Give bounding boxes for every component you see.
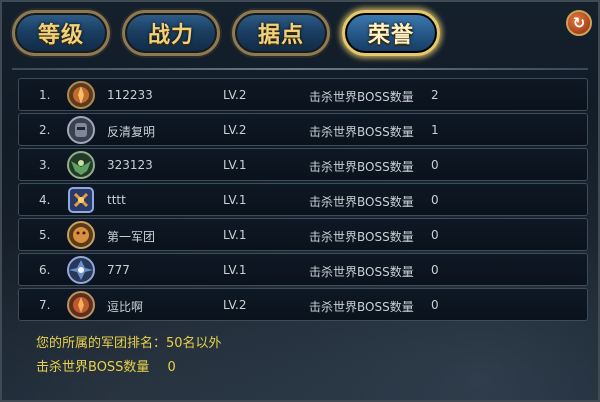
row-level: LV.1 — [223, 228, 247, 242]
tab-stronghold-label: 据点 — [257, 23, 304, 48]
row-guild-name: 反清复明 — [107, 125, 156, 139]
row-guild-name: 777 — [107, 263, 130, 277]
row-kill-label: 击杀世界BOSS数量 — [309, 195, 414, 209]
tab-honor-label: 荣誉 — [367, 23, 414, 48]
tab-level[interactable]: 等级 — [12, 10, 110, 56]
warrior-emblem-icon — [67, 81, 95, 109]
row-rank: 3. — [39, 158, 51, 172]
row-rank: 1. — [39, 88, 51, 102]
row-kill-label: 击杀世界BOSS数量 — [309, 265, 414, 279]
row-kill-value: 0 — [431, 193, 439, 207]
row-kill-label: 击杀世界BOSS数量 — [309, 125, 414, 139]
ranking-row[interactable]: 7. 逗比啊 LV.2 击杀世界BOSS数量 0 — [18, 288, 588, 321]
row-rank: 2. — [39, 123, 51, 137]
row-guild-name: tttt — [107, 193, 126, 207]
row-rank: 5. — [39, 228, 51, 242]
tab-power[interactable]: 战力 — [122, 10, 220, 56]
ranking-list[interactable]: 1. 112233 LV.2 击杀世界BOSS数量 2 2. 反清复明 LV.2… — [18, 78, 588, 322]
row-rank: 4. — [39, 193, 51, 207]
row-kill-label: 击杀世界BOSS数量 — [309, 90, 414, 104]
row-kill-value: 0 — [431, 298, 439, 312]
tab-level-label: 等级 — [37, 23, 84, 48]
row-level: LV.2 — [223, 88, 247, 102]
lion-emblem-icon — [67, 221, 95, 249]
ranking-row[interactable]: 2. 反清复明 LV.2 击杀世界BOSS数量 1 — [18, 113, 588, 146]
ranking-row[interactable]: 4. tttt LV.1 击杀世界BOSS数量 0 — [18, 183, 588, 216]
refresh-button[interactable]: ↻ — [566, 10, 592, 36]
row-rank: 7. — [39, 298, 51, 312]
row-rank: 6. — [39, 263, 51, 277]
row-guild-name: 323123 — [107, 158, 153, 172]
rune-emblem-icon — [68, 187, 94, 213]
row-guild-name: 第一军团 — [107, 230, 156, 244]
row-guild-name: 112233 — [107, 88, 153, 102]
row-level: LV.2 — [223, 298, 247, 312]
my-guild-rank-text: 您的所属的军团排名：50名以外 — [36, 336, 222, 351]
row-level: LV.1 — [223, 158, 247, 172]
ranking-row[interactable]: 3. 323123 LV.1 击杀世界BOSS数量 0 — [18, 148, 588, 181]
tab-stronghold[interactable]: 据点 — [232, 10, 330, 56]
row-guild-name: 逗比啊 — [107, 300, 144, 314]
row-kill-value: 0 — [431, 228, 439, 242]
header-divider — [12, 68, 588, 70]
row-kill-label: 击杀世界BOSS数量 — [309, 300, 414, 314]
dragon-emblem-icon — [67, 151, 95, 179]
tab-honor[interactable]: 荣誉 — [342, 10, 440, 56]
row-kill-value: 1 — [431, 123, 439, 137]
my-guild-kill-count: 击杀世界BOSS数量 0 — [36, 356, 176, 375]
my-kill-label: 击杀世界BOSS数量 — [36, 360, 150, 375]
refresh-icon: ↻ — [572, 14, 586, 32]
phoenix-emblem-icon — [67, 256, 95, 284]
row-level: LV.2 — [223, 123, 247, 137]
tab-power-label: 战力 — [147, 23, 194, 48]
row-kill-label: 击杀世界BOSS数量 — [309, 160, 414, 174]
row-kill-value: 0 — [431, 158, 439, 172]
knight-emblem-icon — [67, 116, 95, 144]
guild-ranking-panel: 等级 战力 据点 荣誉 ↻ 1. 112233 LV.2 击杀世界BOSS数量 … — [0, 0, 600, 402]
row-kill-label: 击杀世界BOSS数量 — [309, 230, 414, 244]
row-kill-value: 0 — [431, 263, 439, 277]
row-level: LV.1 — [223, 263, 247, 277]
ranking-row[interactable]: 1. 112233 LV.2 击杀世界BOSS数量 2 — [18, 78, 588, 111]
ranking-row[interactable]: 6. 777 LV.1 击杀世界BOSS数量 0 — [18, 253, 588, 286]
my-kill-value: 0 — [167, 360, 176, 375]
row-kill-value: 2 — [431, 88, 439, 102]
warrior-emblem-icon — [67, 291, 95, 319]
ranking-row[interactable]: 5. 第一军团 LV.1 击杀世界BOSS数量 0 — [18, 218, 588, 251]
row-level: LV.1 — [223, 193, 247, 207]
